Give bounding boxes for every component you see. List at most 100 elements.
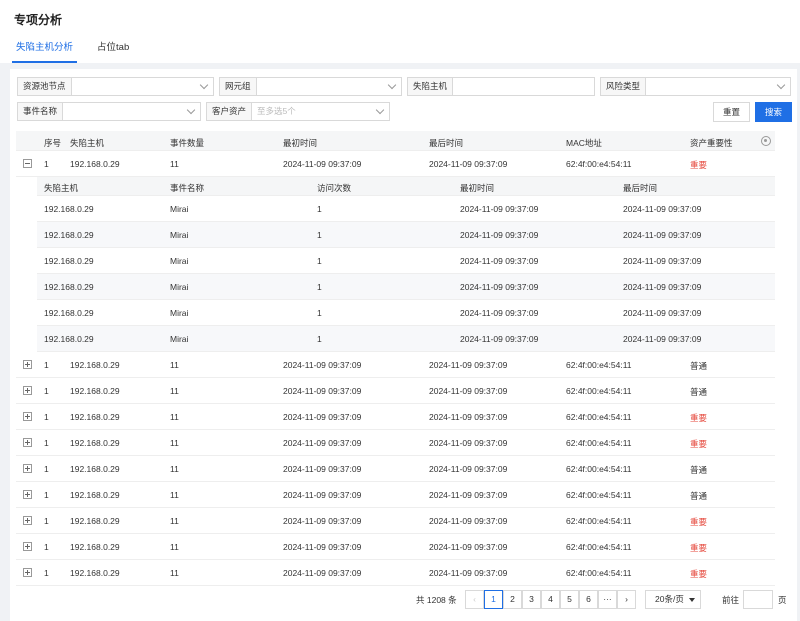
cell-last-time: 2024-11-09 09:37:09 (429, 360, 508, 370)
cell-last-time: 2024-11-09 09:37:09 (429, 516, 508, 526)
page-6-button[interactable]: 6 (579, 590, 598, 609)
cell-event-count: 11 (170, 464, 179, 474)
cell-last-time: 2024-11-09 09:37:09 (429, 568, 508, 578)
minus-square-icon[interactable] (23, 159, 32, 168)
cell-mac: 62:4f:00:e4:54:11 (566, 438, 632, 448)
ne-group-select[interactable] (257, 78, 401, 95)
prev-page-button[interactable]: ‹ (465, 590, 484, 609)
table-row[interactable]: 1 192.168.0.29 11 2024-11-09 09:37:09 2024-1… (16, 404, 775, 430)
page-1-button[interactable]: 1 (484, 590, 503, 609)
table-row[interactable]: 1 192.168.0.29 11 2024-11-09 09:37:09 2024-1… (16, 534, 775, 560)
page-3-button[interactable]: 3 (522, 590, 541, 609)
sub-cell-visits: 1 (317, 334, 322, 344)
resource-pool-filter[interactable]: 资源池节点 (17, 77, 214, 96)
next-page-button[interactable]: › (617, 590, 636, 609)
event-name-label: 事件名称 (18, 103, 64, 120)
plus-square-icon[interactable] (23, 438, 32, 447)
cell-mac: 62:4f:00:e4:54:11 (566, 490, 632, 500)
sub-cell-event: Mirai (170, 334, 189, 344)
tab-lost-host-analysis[interactable]: 失陷主机分析 (12, 36, 78, 63)
goto-unit: 页 (778, 595, 787, 605)
page-5-button[interactable]: 5 (560, 590, 579, 609)
sub-col-host: 失陷主机 (44, 183, 79, 193)
cell-event-count: 11 (170, 542, 179, 552)
plus-square-icon[interactable] (23, 516, 32, 525)
sub-table-row[interactable]: 192.168.0.29 Mirai 1 2024-11-09 09:37:09 202… (37, 196, 775, 222)
table-row[interactable]: 1 192.168.0.29 11 2024-11-09 09:37:09 2024-1… (16, 508, 775, 534)
cell-index: 1 (44, 542, 49, 552)
ne-group-filter[interactable]: 网元组 (219, 77, 402, 96)
cell-importance: 重要 (690, 439, 708, 449)
sub-cell-first-time: 2024-11-09 09:37:09 (460, 308, 539, 318)
customer-asset-filter[interactable]: 客户资产 至多选5个 (206, 102, 390, 121)
cell-mac: 62:4f:00:e4:54:11 (566, 412, 632, 422)
sub-table-row[interactable]: 192.168.0.29 Mirai 1 2024-11-09 09:37:09 202… (37, 326, 775, 352)
event-name-select[interactable] (63, 103, 200, 120)
sub-table-row[interactable]: 192.168.0.29 Mirai 1 2024-11-09 09:37:09 202… (37, 274, 775, 300)
table-row[interactable]: 1 192.168.0.29 11 2024-11-09 09:37:09 2024-1… (16, 151, 775, 177)
gear-icon[interactable] (761, 136, 771, 146)
plus-square-icon[interactable] (23, 386, 32, 395)
cell-host: 192.168.0.29 (70, 542, 120, 552)
cell-index: 1 (44, 386, 49, 396)
lost-host-filter[interactable]: 失陷主机 (407, 77, 595, 96)
more-pages-button[interactable]: ··· (598, 590, 617, 609)
cell-first-time: 2024-11-09 09:37:09 (283, 568, 362, 578)
table-row[interactable]: 1 192.168.0.29 11 2024-11-09 09:37:09 2024-1… (16, 378, 775, 404)
plus-square-icon[interactable] (23, 464, 32, 473)
resource-pool-select[interactable] (72, 78, 213, 95)
page-4-button[interactable]: 4 (541, 590, 560, 609)
sub-cell-last-time: 2024-11-09 09:37:09 (623, 282, 702, 292)
plus-square-icon[interactable] (23, 360, 32, 369)
cell-host: 192.168.0.29 (70, 438, 120, 448)
plus-square-icon[interactable] (23, 568, 32, 577)
cell-index: 1 (44, 516, 49, 526)
cell-last-time: 2024-11-09 09:37:09 (429, 159, 508, 169)
plus-square-icon[interactable] (23, 412, 32, 421)
reset-button[interactable]: 重置 (713, 102, 750, 122)
cell-last-time: 2024-11-09 09:37:09 (429, 438, 508, 448)
risk-type-label: 风险类型 (601, 78, 647, 95)
goto-page-input[interactable] (743, 590, 773, 609)
table-row[interactable]: 1 192.168.0.29 11 2024-11-09 09:37:09 2024-1… (16, 482, 775, 508)
cell-importance: 普通 (690, 361, 708, 371)
cell-index: 1 (44, 464, 49, 474)
search-button[interactable]: 搜索 (755, 102, 792, 122)
cell-importance: 重要 (690, 517, 708, 527)
cell-mac: 62:4f:00:e4:54:11 (566, 516, 632, 526)
sub-table-row[interactable]: 192.168.0.29 Mirai 1 2024-11-09 09:37:09 202… (37, 222, 775, 248)
sub-table-row[interactable]: 192.168.0.29 Mirai 1 2024-11-09 09:37:09 202… (37, 300, 775, 326)
cell-host: 192.168.0.29 (70, 516, 120, 526)
customer-asset-select[interactable]: 至多选5个 (252, 103, 389, 120)
sub-cell-visits: 1 (317, 204, 322, 214)
table-row[interactable]: 1 192.168.0.29 11 2024-11-09 09:37:09 2024-1… (16, 430, 775, 456)
table-row[interactable]: 1 192.168.0.29 11 2024-11-09 09:37:09 2024-1… (16, 560, 775, 586)
col-last-time: 最后时间 (429, 138, 464, 148)
page-2-button[interactable]: 2 (503, 590, 522, 609)
customer-asset-label: 客户资产 (207, 103, 253, 120)
table-row[interactable]: 1 192.168.0.29 11 2024-11-09 09:37:09 2024-1… (16, 456, 775, 482)
table-row[interactable]: 1 192.168.0.29 11 2024-11-09 09:37:09 2024-1… (16, 352, 775, 378)
cell-mac: 62:4f:00:e4:54:11 (566, 386, 632, 396)
ne-group-label: 网元组 (220, 78, 257, 95)
event-name-filter[interactable]: 事件名称 (17, 102, 201, 121)
risk-type-filter[interactable]: 风险类型 (600, 77, 791, 96)
sub-table-row[interactable]: 192.168.0.29 Mirai 1 2024-11-09 09:37:09 202… (37, 248, 775, 274)
page-size-select[interactable]: 20条/页 (645, 590, 701, 609)
plus-square-icon[interactable] (23, 542, 32, 551)
cell-first-time: 2024-11-09 09:37:09 (283, 490, 362, 500)
sub-cell-host: 192.168.0.29 (44, 334, 94, 344)
cell-importance: 重要 (690, 543, 708, 553)
plus-square-icon[interactable] (23, 490, 32, 499)
cell-event-count: 11 (170, 516, 179, 526)
cell-host: 192.168.0.29 (70, 490, 120, 500)
chevron-down-icon (199, 80, 209, 90)
tab-placeholder[interactable]: 占位tab (93, 36, 133, 63)
lost-host-input[interactable] (453, 78, 594, 95)
sub-cell-host: 192.168.0.29 (44, 282, 94, 292)
sub-cell-host: 192.168.0.29 (44, 230, 94, 240)
risk-type-select[interactable] (646, 78, 790, 95)
cell-host: 192.168.0.29 (70, 412, 120, 422)
pagination: 共 1208 条 ‹ 1 2 3 4 5 6 ··· › 20条/页 前往 页 (0, 588, 800, 610)
sub-cell-first-time: 2024-11-09 09:37:09 (460, 282, 539, 292)
